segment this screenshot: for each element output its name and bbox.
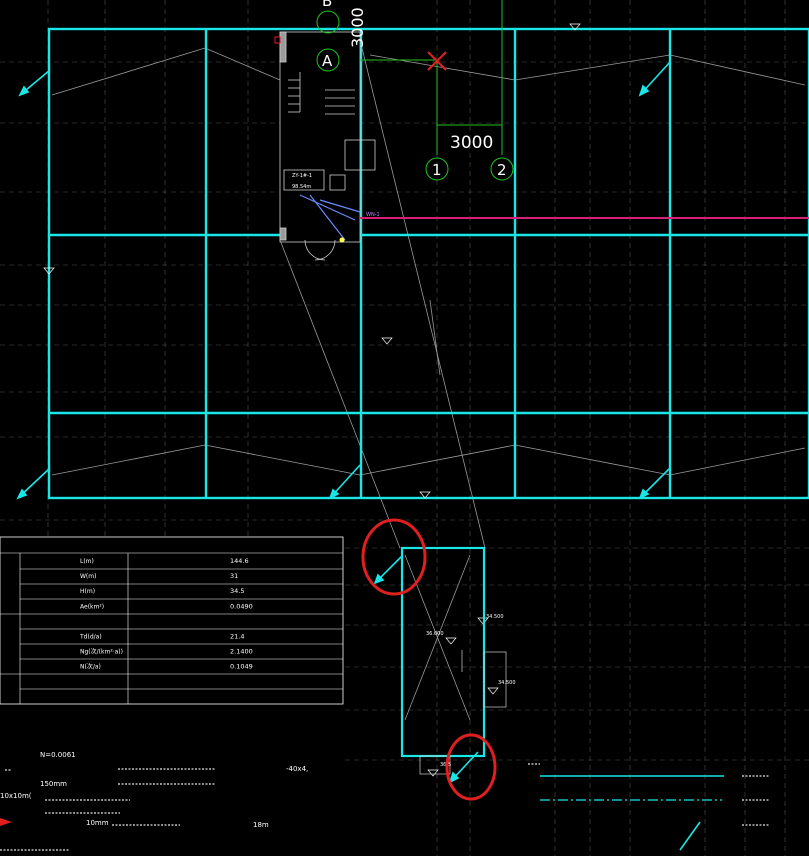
table-row-name: N(次/a) xyxy=(80,663,101,671)
note-size-4: 18m xyxy=(253,821,269,829)
table-row-value: 21.4 xyxy=(230,633,244,641)
pink-line-label: WN-1 xyxy=(366,212,380,218)
axis-label-A: A xyxy=(322,52,333,70)
lightning-calc-table xyxy=(0,536,344,705)
table-row-name: W(m) xyxy=(80,573,96,580)
red-point xyxy=(274,36,281,44)
inset-label-c: 34.500 xyxy=(498,680,516,686)
table-row-value: 144.6 xyxy=(230,557,249,565)
note-size-1: 150mm xyxy=(40,780,67,788)
legend xyxy=(528,763,770,826)
note-n-value: N=0.0061 xyxy=(40,751,76,759)
table-row-value: 31 xyxy=(230,572,238,580)
grid-lines xyxy=(0,0,809,856)
table-row-value: 34.5 xyxy=(230,587,244,595)
notes-block: N=0.0061 -40x4, 150mm 10x10m( 10mm 18m xyxy=(0,751,308,829)
table-row-name: Ae(km²) xyxy=(80,603,104,610)
dimension-horizontal: 3000 xyxy=(450,133,493,153)
axis-label-2: 2 xyxy=(497,161,507,179)
axis-label-B: B xyxy=(322,0,332,10)
note-size-3: 10mm xyxy=(86,819,109,827)
note-size-2: 10x10m( xyxy=(0,792,32,800)
room-label-bottom: 98.54m xyxy=(292,184,311,190)
note-line1-right: -40x4, xyxy=(286,765,308,773)
table-row-name: L(m) xyxy=(80,558,94,565)
table-row-name: H(m) xyxy=(80,588,95,595)
axis-label-1: 1 xyxy=(432,161,442,179)
table-row-value: 0.0490 xyxy=(230,602,253,610)
inset-label-a: 34.500 xyxy=(486,614,504,620)
notes-scribble-lines xyxy=(0,768,215,851)
table-row-value: 0.1049 xyxy=(230,663,253,671)
table-row-value: 2.1400 xyxy=(230,648,253,656)
inset-label-b: 36.000 xyxy=(426,631,444,637)
roof-outline xyxy=(47,27,809,500)
table-row-name: Td(d/a) xyxy=(79,634,102,641)
red-arrow-icon xyxy=(0,818,12,826)
dimension-vertical: 3000 xyxy=(348,7,367,48)
test-point-marker xyxy=(339,237,345,243)
room-label-top: ZY-1#-1 xyxy=(292,173,312,179)
cad-drawing-canvas[interactable]: WN-1 ZY-1#-1 98.54m A B 1 2 3000 3000 34… xyxy=(0,0,809,856)
table-row-name: Ng(次/(km²·a)) xyxy=(80,648,123,656)
